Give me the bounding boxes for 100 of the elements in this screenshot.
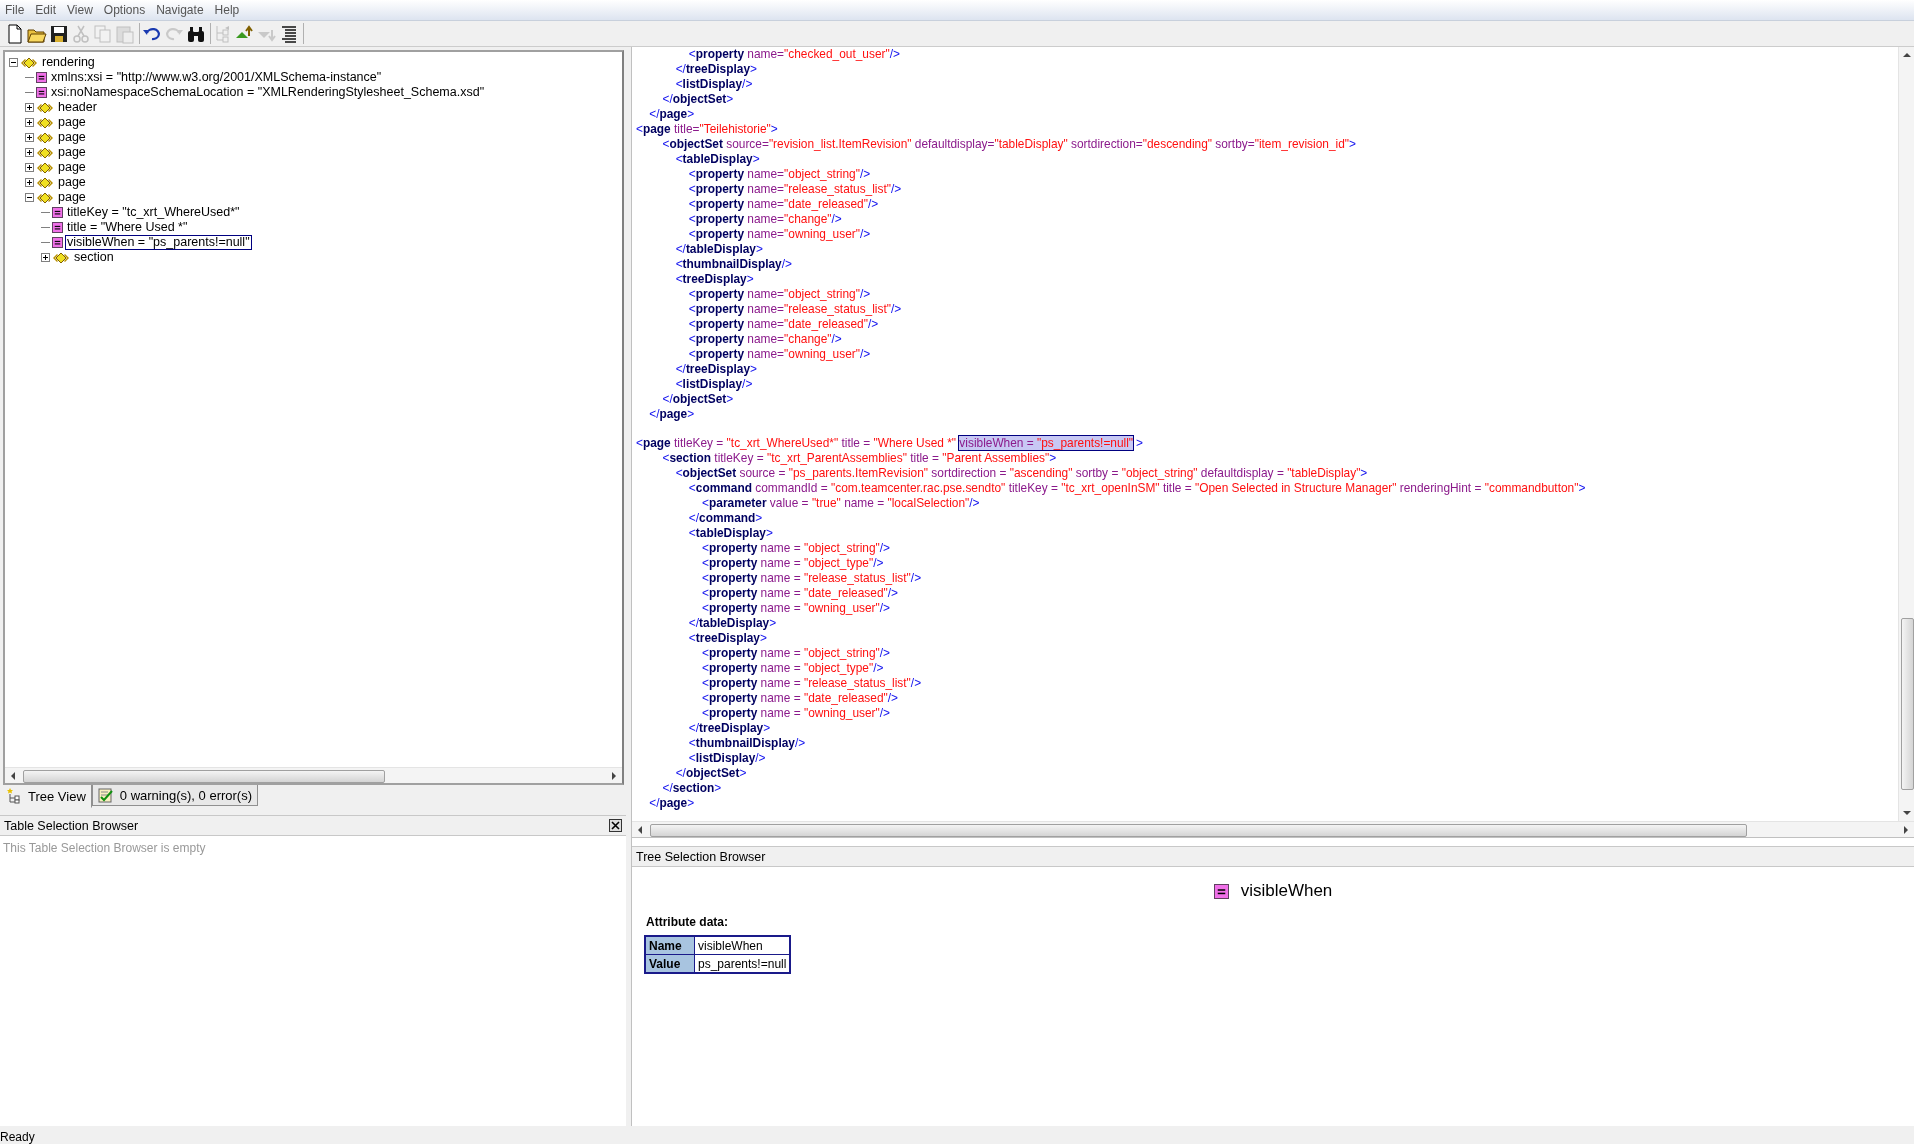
- code-line: <page title="Teilehistorie">: [636, 122, 779, 137]
- node-name: visibleWhen: [1240, 881, 1333, 901]
- scrollbar-thumb[interactable]: [650, 824, 1747, 837]
- scroll-down-icon[interactable]: [1902, 811, 1911, 815]
- code-line: </page>: [648, 407, 696, 422]
- attribute-icon: [52, 207, 63, 218]
- code-line: <parameter value = "true" name = "localSelection"/>: [701, 496, 981, 511]
- scroll-left-icon[interactable]: [11, 771, 15, 780]
- code-line: <objectSet source = "ps_parents.ItemRevision" sortdirection = "ascending" sortby = "object_string" defaultdisplay = "tableDisplay">: [674, 466, 1369, 481]
- empty-message: This Table Selection Browser is empty: [3, 841, 206, 855]
- code-line: <objectSet source="revision_list.ItemRevision" defaultdisplay="tableDisplay" sortdirection="descending" sortby="item_revision_id">: [661, 137, 1357, 152]
- menu-item[interactable]: Edit: [30, 3, 63, 17]
- menu-item[interactable]: Navigate: [151, 3, 210, 17]
- code-line: <property name = "release_status_list"/>: [701, 676, 923, 691]
- code-line: <property name = "object_type"/>: [701, 556, 885, 571]
- scroll-up-icon[interactable]: [1902, 53, 1911, 57]
- expand-toggle[interactable]: [41, 253, 50, 262]
- code-line: </command>: [687, 511, 764, 526]
- element-icon: [36, 131, 54, 144]
- code-line: <property name = "owning_user"/>: [701, 706, 892, 721]
- close-icon: [611, 821, 620, 830]
- tree-node[interactable]: page: [56, 190, 88, 205]
- code-line: </treeDisplay>: [687, 721, 772, 736]
- code-line: <property name = "object_string"/>: [701, 646, 892, 661]
- attribute-icon: [52, 237, 63, 248]
- code-line: <property name = "date_released"/>: [701, 586, 899, 601]
- tree-node[interactable]: page: [56, 145, 88, 160]
- code-line: </section>: [661, 781, 723, 796]
- attribute-icon: [52, 222, 63, 233]
- code-line: </page>: [648, 796, 696, 811]
- checklist-icon: [97, 787, 114, 803]
- code-line: <property name="checked_out_user"/>: [687, 47, 901, 62]
- menu-item[interactable]: Options: [98, 3, 152, 17]
- new-document-icon[interactable]: [5, 23, 25, 44]
- panel-title: Table Selection Browser: [4, 818, 139, 833]
- tree-node[interactable]: visibleWhen = "ps_parents!=null": [65, 235, 252, 250]
- code-line: <listDisplay/>: [674, 377, 754, 392]
- expand-toggle[interactable]: [25, 148, 34, 157]
- expand-toggle[interactable]: [25, 133, 34, 142]
- tree-node[interactable]: page: [56, 160, 88, 175]
- status-text: Ready: [0, 1130, 35, 1144]
- code-line: <property name="change"/>: [687, 332, 843, 347]
- tree-node[interactable]: xsi:noNamespaceSchemaLocation = "XMLRenderingStylesheet_Schema.xsd": [49, 85, 487, 100]
- expand-toggle[interactable]: [25, 178, 34, 187]
- menu-item[interactable]: File: [0, 3, 31, 17]
- code-line: <property name="date_released"/>: [687, 317, 880, 332]
- code-line: <listDisplay/>: [674, 77, 754, 92]
- element-icon: [36, 101, 54, 114]
- expand-toggle[interactable]: [25, 163, 34, 172]
- scroll-right-icon[interactable]: [1904, 825, 1908, 834]
- scrollbar-thumb[interactable]: [1901, 618, 1914, 790]
- scrollbar-thumb[interactable]: [23, 770, 385, 783]
- table-cell: Name: [645, 936, 695, 955]
- code-line: <property name="owning_user"/>: [687, 347, 872, 362]
- menu-item[interactable]: View: [62, 3, 99, 17]
- scroll-right-icon[interactable]: [612, 771, 616, 780]
- tree-node[interactable]: section: [72, 250, 116, 265]
- collapse-toggle[interactable]: [25, 193, 34, 202]
- code-line: </treeDisplay>: [674, 362, 758, 377]
- element-icon: [36, 191, 54, 204]
- code-line: <section titleKey = "tc_xrt_ParentAssemblies" title = "Parent Assemblies">: [661, 451, 1058, 466]
- element-icon: [36, 146, 54, 159]
- element-icon: [52, 251, 70, 264]
- code-line: <property name="release_status_list"/>: [687, 182, 903, 197]
- tree-node[interactable]: rendering: [40, 55, 97, 70]
- code-line: </page>: [648, 107, 696, 122]
- code-line: <thumbnailDisplay/>: [674, 257, 793, 272]
- tree-node[interactable]: page: [56, 115, 88, 130]
- tree-node[interactable]: page: [56, 130, 88, 145]
- tree-node[interactable]: titleKey = "tc_xrt_WhereUsed*": [65, 205, 242, 220]
- code-line: </objectSet>: [661, 392, 735, 407]
- element-icon: [20, 56, 38, 69]
- code-line: <command commandId = "com.teamcenter.rac.pse.sendto" titleKey = "tc_xrt_openInSM" title = "Open Selected in Structure Manager" renderingHint = "commandbutton">: [687, 481, 1587, 496]
- tree-node[interactable]: title = "Where Used *": [65, 220, 190, 235]
- code-line: <listDisplay/>: [687, 751, 767, 766]
- list-icon[interactable]: [279, 23, 299, 44]
- code-line: <page titleKey = "tc_xrt_WhereUsed*" title = "Where Used *" visibleWhen = "ps_parents!=null" >: [636, 436, 1144, 451]
- menu-item[interactable]: Help: [209, 3, 246, 17]
- close-button[interactable]: [609, 819, 622, 832]
- tree-node[interactable]: xmlns:xsi = "http://www.w3.org/2001/XMLSchema-instance": [49, 70, 384, 85]
- code-line: <tableDisplay>: [674, 152, 761, 167]
- code-line: <tableDisplay>: [687, 526, 774, 541]
- scroll-left-icon[interactable]: [638, 825, 642, 834]
- save-icon[interactable]: [49, 23, 69, 44]
- element-icon: [36, 161, 54, 174]
- code-line: <thumbnailDisplay/>: [687, 736, 807, 751]
- expand-toggle[interactable]: [25, 118, 34, 127]
- tab[interactable]: 0 warning(s), 0 error(s): [91, 785, 258, 806]
- code-line: <property name = "object_type"/>: [701, 661, 885, 676]
- code-line: <property name = "owning_user"/>: [701, 601, 892, 616]
- element-icon: [36, 176, 54, 189]
- tree-node[interactable]: header: [56, 100, 99, 115]
- panel-title: Tree Selection Browser: [636, 849, 766, 864]
- tree-view-icon: [6, 788, 22, 804]
- expand-toggle[interactable]: [25, 103, 34, 112]
- code-line: <property name="change"/>: [687, 212, 843, 227]
- collapse-toggle[interactable]: [9, 58, 18, 67]
- code-line: <property name="date_released"/>: [687, 197, 880, 212]
- tree-node[interactable]: page: [56, 175, 88, 190]
- code-line: </objectSet>: [674, 766, 748, 781]
